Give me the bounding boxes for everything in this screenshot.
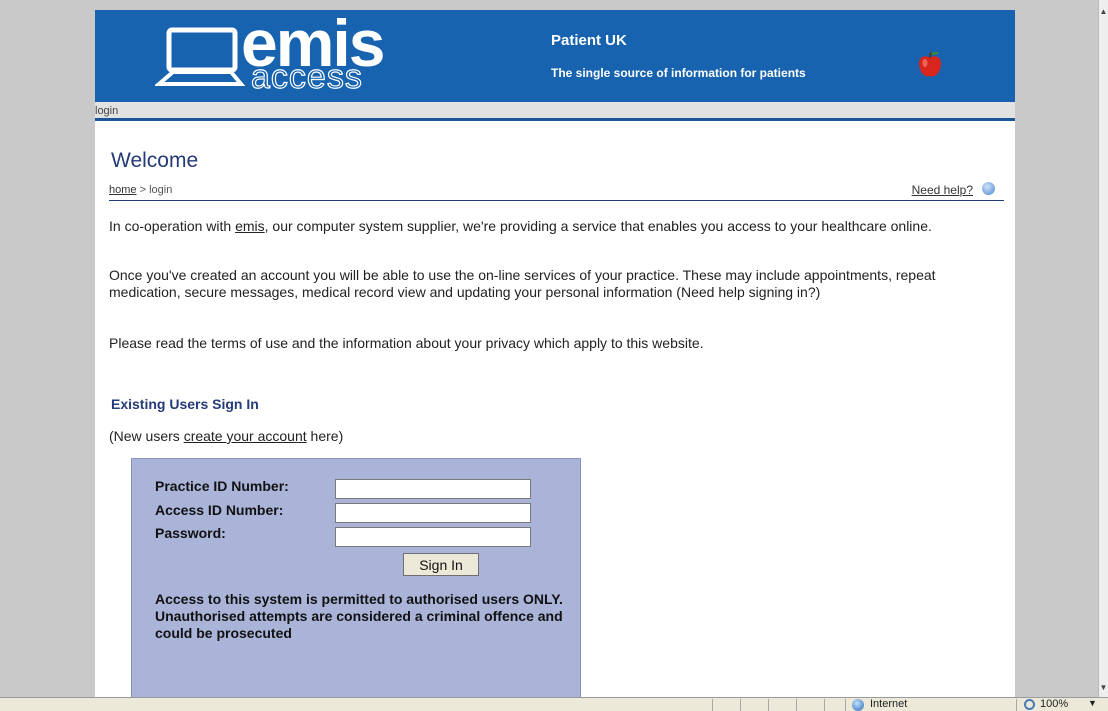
practice-id-label: Practice ID Number: <box>155 478 289 494</box>
scroll-down-icon[interactable]: ▼ <box>1099 682 1108 694</box>
header-divider <box>109 200 1004 201</box>
breadcrumb-current: login <box>149 184 173 196</box>
status-divider <box>712 699 713 711</box>
vertical-scrollbar[interactable] <box>1098 0 1108 697</box>
internet-zone-icon <box>852 699 864 711</box>
intro-paragraph: In co-operation with emis, our computer … <box>109 218 932 234</box>
emis-link[interactable]: emis <box>235 218 265 234</box>
services-paragraph: Once you've created an account you will … <box>109 267 936 300</box>
sign-in-heading: Existing Users Sign In <box>111 396 259 412</box>
status-bar: Internet 100% ▼ <box>0 697 1108 711</box>
breadcrumb-separator: > <box>136 184 150 196</box>
page-title: Welcome <box>111 149 199 172</box>
status-divider <box>796 699 797 711</box>
password-label: Password: <box>155 525 226 541</box>
terms-paragraph: Please read the terms of use and the inf… <box>109 335 704 351</box>
site-banner: emis access Patient UK The single source… <box>95 10 1015 102</box>
zoom-icon[interactable] <box>1024 699 1035 710</box>
status-divider <box>845 699 846 711</box>
apple-icon <box>918 51 942 77</box>
login-form: Practice ID Number: Access ID Number: Pa… <box>131 458 581 697</box>
new-users-text: (New users create your account here) <box>109 428 344 444</box>
site-name: Patient UK <box>551 32 627 49</box>
password-input[interactable] <box>335 527 531 547</box>
access-id-input[interactable] <box>335 503 531 523</box>
authorised-users-warning: Access to this system is permitted to au… <box>155 591 563 641</box>
breadcrumb: home > login <box>109 184 172 196</box>
status-divider <box>824 699 825 711</box>
nav-current-page: login <box>95 105 119 117</box>
zoom-level[interactable]: 100% <box>1040 698 1068 710</box>
access-id-label: Access ID Number: <box>155 502 284 518</box>
help-globe-icon[interactable] <box>982 182 995 195</box>
zoom-dropdown-icon[interactable]: ▼ <box>1088 698 1097 708</box>
practice-id-input[interactable] <box>335 479 531 499</box>
status-divider <box>1016 699 1017 711</box>
nav-bar: login <box>95 102 1015 121</box>
need-help-link[interactable]: Need help? <box>912 183 973 197</box>
logo-subword: access <box>250 58 363 96</box>
monitor-icon <box>155 27 245 86</box>
scroll-up-icon[interactable]: ▲ <box>1099 6 1108 18</box>
security-zone-label: Internet <box>870 698 908 710</box>
breadcrumb-home-link[interactable]: home <box>109 184 137 196</box>
status-divider <box>768 699 769 711</box>
browser-page: emis access Patient UK The single source… <box>95 10 1015 697</box>
create-account-link[interactable]: create your account <box>184 428 307 444</box>
emis-access-logo[interactable]: emis access <box>155 10 415 98</box>
site-tagline: The single source of information for pat… <box>551 66 806 80</box>
sign-in-button[interactable]: Sign In <box>403 553 479 576</box>
status-divider <box>740 699 741 711</box>
